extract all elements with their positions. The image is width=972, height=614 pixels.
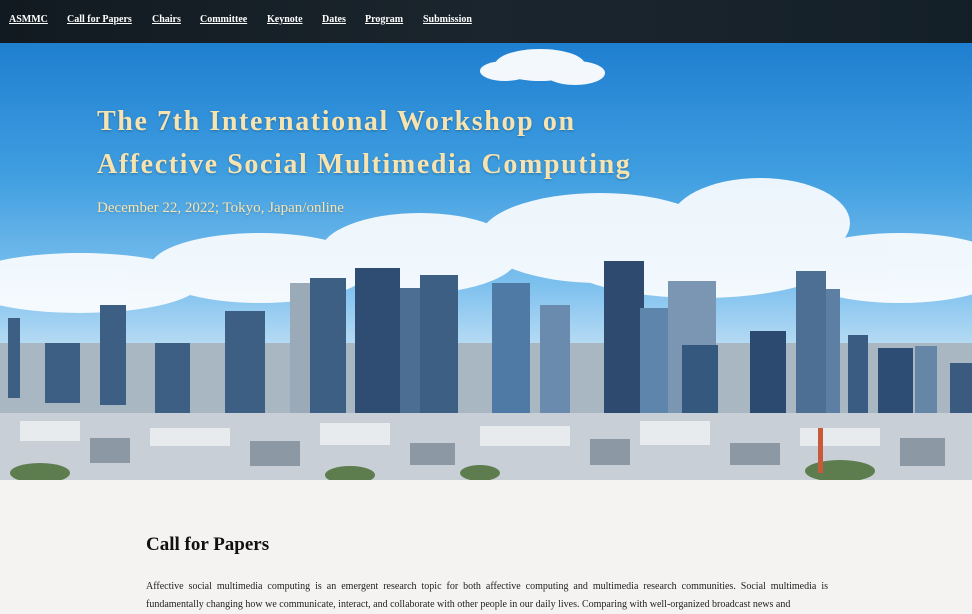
nav-brand-link[interactable]: ASMMC bbox=[9, 14, 48, 25]
nav-program[interactable]: Program bbox=[365, 14, 403, 25]
nav-chairs[interactable]: Chairs bbox=[152, 14, 181, 25]
section-title: Call for Papers bbox=[146, 534, 270, 555]
hero-banner: The 7th International Workshop on Affect… bbox=[0, 43, 972, 480]
nav-dates[interactable]: Dates bbox=[322, 14, 346, 25]
nav-call-for-papers[interactable]: Call for Papers bbox=[67, 14, 132, 25]
hero-title-line1: The 7th International Workshop on bbox=[97, 106, 576, 137]
hero-title-line2: Affective Social Multimedia Computing bbox=[97, 149, 632, 180]
hero-title: The 7th International Workshop on Affect… bbox=[97, 100, 631, 186]
top-nav: ASMMC Call for Papers Chairs Committee K… bbox=[0, 0, 972, 43]
hero-subtitle: December 22, 2022; Tokyo, Japan/online bbox=[97, 200, 344, 216]
main-content: Call for Papers Affective social multime… bbox=[146, 480, 828, 614]
nav-submission[interactable]: Submission bbox=[423, 14, 472, 25]
nav-committee[interactable]: Committee bbox=[200, 14, 247, 25]
nav-keynote[interactable]: Keynote bbox=[267, 14, 303, 25]
